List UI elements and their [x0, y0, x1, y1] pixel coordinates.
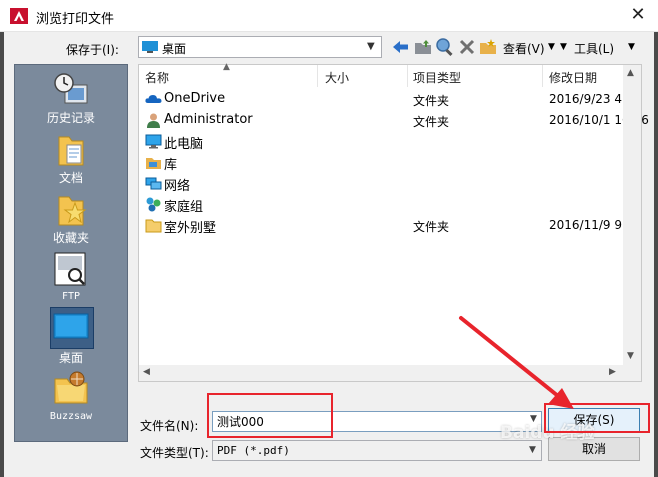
chevron-down-icon: ▼ — [367, 41, 375, 52]
place-label-desktop[interactable]: 桌面 — [15, 349, 127, 366]
view-menu[interactable]: 查看(V) — [503, 40, 545, 57]
folder-icon — [145, 219, 162, 233]
file-name-label: 文件名(N): — [140, 419, 199, 433]
title-bar: 浏览打印文件 ✕ — [0, 0, 658, 32]
scroll-left-icon[interactable]: ◀ — [143, 367, 150, 377]
computer-icon — [145, 134, 162, 149]
location-dropdown[interactable]: 桌面 ▼ — [138, 36, 382, 58]
vertical-scrollbar[interactable]: ▲ ▼ — [623, 65, 641, 365]
scroll-corner — [623, 365, 641, 381]
network-icon — [145, 177, 162, 190]
library-icon — [146, 158, 161, 169]
column-header-type[interactable]: 项目类型 — [413, 69, 461, 86]
column-header-size[interactable]: 大小 — [325, 69, 349, 86]
file-row-administrator[interactable]: Administrator 文件夹 2016/10/1 16:56 — [139, 110, 649, 131]
chevron-down-icon[interactable]: ▼ — [548, 42, 555, 52]
file-name: OneDrive — [164, 91, 226, 106]
file-row-network[interactable]: 网络 — [139, 173, 625, 194]
place-label-ftp[interactable]: FTP — [15, 291, 127, 302]
file-type: 文件夹 — [413, 94, 450, 108]
file-row-onedrive[interactable]: OneDrive 文件夹 2016/9/23 4:13 — [139, 89, 641, 110]
new-folder-icon[interactable] — [478, 37, 498, 57]
file-type: 文件夹 — [413, 220, 450, 234]
search-web-icon[interactable] — [435, 37, 455, 57]
history-icon[interactable] — [51, 71, 91, 107]
location-value: 桌面 — [162, 42, 187, 56]
place-label-buzzsaw[interactable]: Buzzsaw — [15, 411, 127, 422]
column-header-name[interactable]: 名称 — [145, 69, 169, 86]
file-row-library[interactable]: 库 — [139, 152, 625, 173]
favorites-icon[interactable] — [51, 193, 91, 229]
tools-dropdown-icon[interactable]: ▼ — [560, 42, 567, 52]
file-name: 库 — [164, 158, 178, 173]
file-row-this-pc[interactable]: 此电脑 — [139, 131, 625, 152]
up-folder-icon[interactable] — [413, 37, 433, 57]
user-icon — [147, 113, 160, 128]
window-frame-right — [654, 32, 658, 477]
desktop-icon[interactable] — [51, 309, 91, 345]
file-name: 此电脑 — [164, 137, 204, 152]
places-bar: 历史记录 文档 收藏夹 FTP 桌面 Buzzsaw — [14, 64, 128, 442]
column-divider[interactable] — [407, 65, 408, 87]
place-label-history[interactable]: 历史记录 — [15, 109, 127, 126]
sort-ascending-icon: ▲ — [223, 62, 230, 72]
file-type-label: 文件类型(T): — [140, 446, 209, 460]
file-type-value: PDF (*.pdf) — [217, 444, 290, 457]
ftp-icon[interactable] — [51, 251, 91, 287]
autocad-app-icon — [10, 8, 28, 24]
desktop-icon — [142, 41, 158, 53]
back-arrow-icon[interactable] — [391, 37, 411, 57]
column-header-date[interactable]: 修改日期 — [549, 69, 597, 86]
place-label-documents[interactable]: 文档 — [15, 169, 127, 186]
scroll-up-icon[interactable]: ▲ — [627, 68, 634, 78]
cloud-icon — [145, 95, 162, 103]
window-frame-left — [0, 32, 4, 477]
place-label-favorites[interactable]: 收藏夹 — [15, 229, 127, 246]
file-name: 家庭组 — [164, 200, 204, 215]
homegroup-icon — [146, 197, 161, 212]
file-list[interactable]: 名称 ▲ 大小 项目类型 修改日期 OneDrive 文件夹 2016/9/23… — [138, 62, 649, 382]
annotation-box-filename — [207, 393, 333, 438]
buzzsaw-icon[interactable] — [51, 369, 91, 405]
delete-icon[interactable] — [457, 37, 477, 57]
save-in-label: 保存于(I): — [66, 43, 119, 57]
chevron-down-icon: ▼ — [529, 445, 536, 455]
close-button[interactable]: ✕ — [618, 0, 658, 32]
scroll-right-icon[interactable]: ▶ — [609, 367, 616, 377]
file-type-dropdown[interactable]: PDF (*.pdf) ▼ — [212, 440, 542, 461]
column-divider[interactable] — [542, 65, 543, 87]
column-divider[interactable] — [317, 65, 318, 87]
scroll-down-icon[interactable]: ▼ — [627, 351, 634, 361]
horizontal-scrollbar[interactable]: ◀ ▶ — [139, 365, 623, 381]
window-title: 浏览打印文件 — [36, 12, 115, 27]
documents-icon[interactable] — [51, 133, 91, 169]
chevron-down-icon[interactable]: ▼ — [628, 42, 635, 52]
file-name: 室外别墅 — [164, 221, 217, 236]
file-row-villa-folder[interactable]: 室外别墅 文件夹 2016/11/9 9:51 — [139, 215, 641, 236]
file-name: Administrator — [164, 112, 253, 127]
file-type: 文件夹 — [413, 115, 450, 129]
file-name: 网络 — [164, 179, 191, 194]
tools-menu[interactable]: 工具(L) — [574, 40, 614, 57]
annotation-box-save — [544, 403, 650, 433]
file-row-homegroup[interactable]: 家庭组 — [139, 194, 625, 215]
